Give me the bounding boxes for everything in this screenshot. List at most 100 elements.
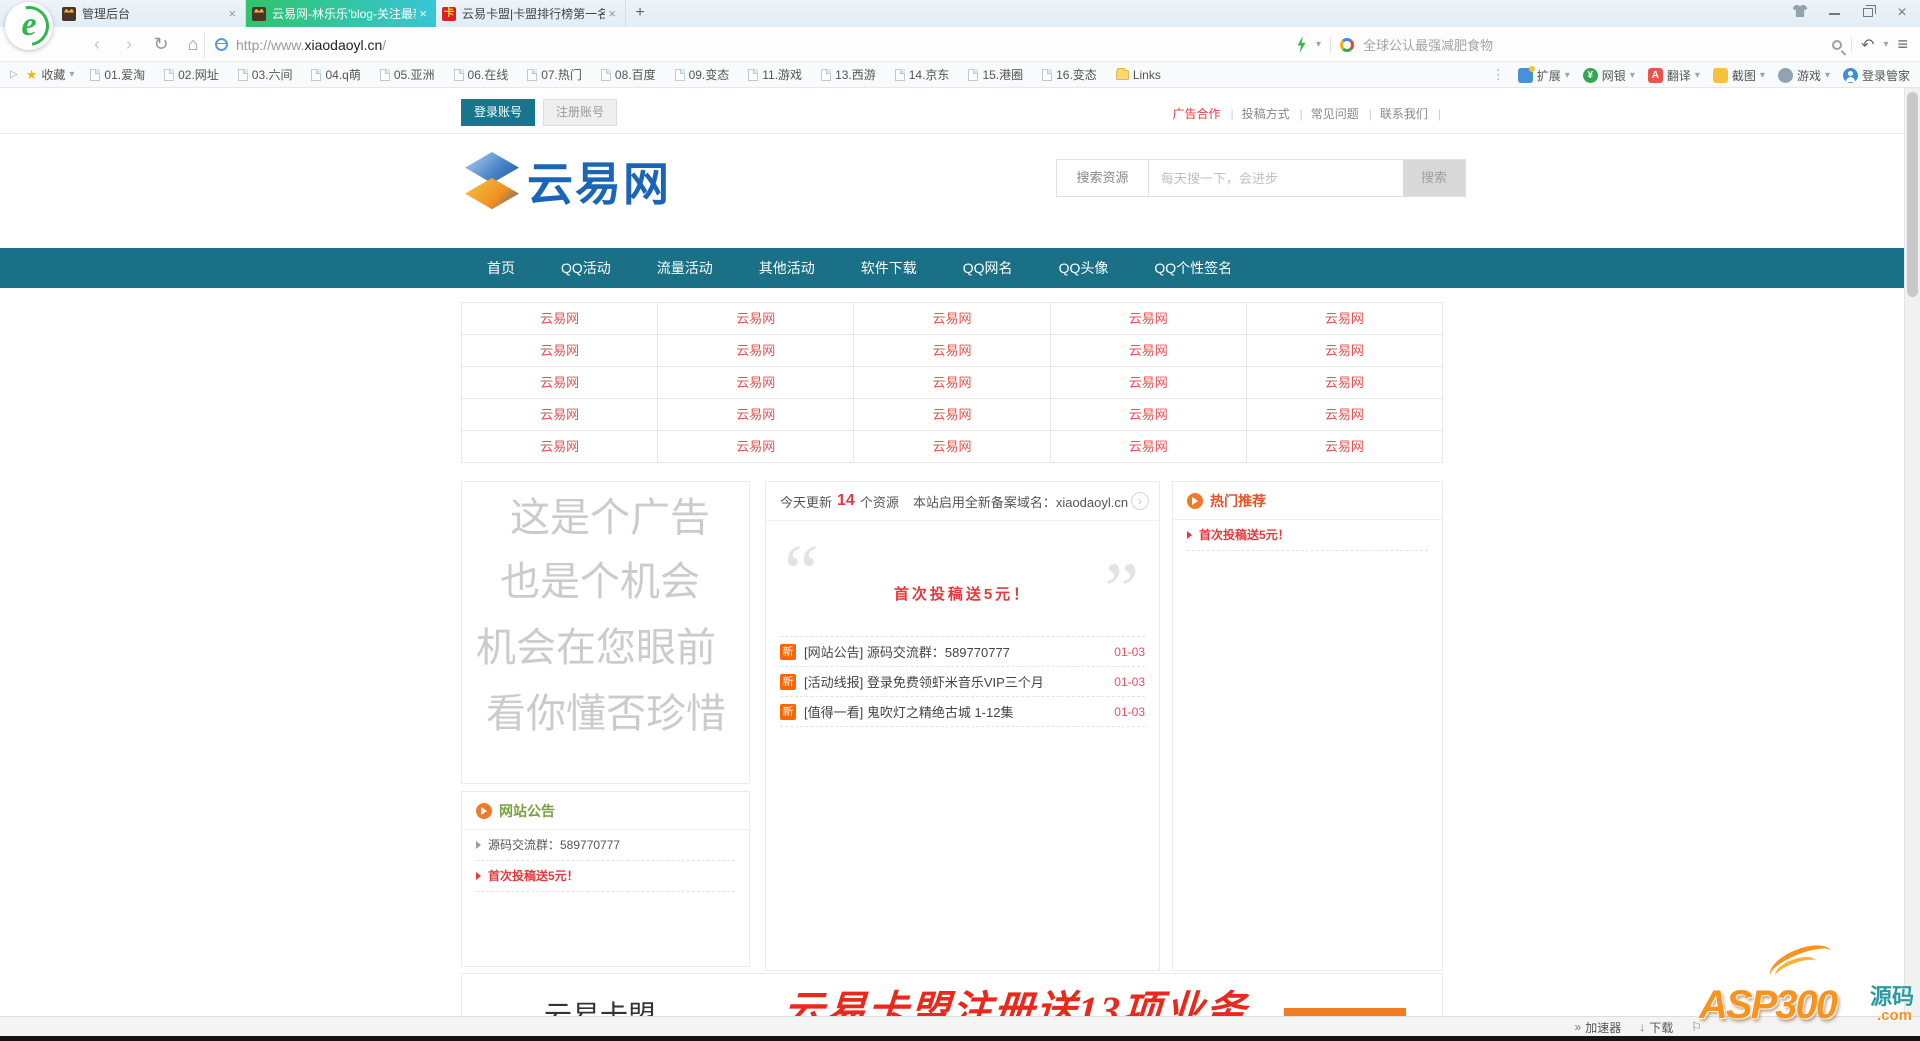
news-item[interactable]: 新 [网站公告] 源码交流群：589770777 01-03 (780, 637, 1145, 667)
promo-text[interactable]: 首次投稿送5元！ (766, 583, 1159, 604)
friend-link-cell[interactable]: 云易网 (462, 303, 658, 335)
browser-logo-icon[interactable]: e (5, 2, 53, 50)
friend-link-cell[interactable]: 云易网 (658, 431, 854, 463)
friend-link-cell[interactable]: 云易网 (658, 367, 854, 399)
toolbar-item-screenshot[interactable]: 截图 ▾ (1713, 67, 1765, 84)
friend-link-cell[interactable]: 云易网 (462, 367, 658, 399)
search-input[interactable] (1149, 160, 1403, 196)
friend-link-cell[interactable]: 云易网 (462, 431, 658, 463)
tab-close-icon[interactable]: × (416, 6, 430, 21)
friend-link-cell[interactable]: 云易网 (1247, 399, 1443, 431)
friend-link-cell[interactable]: 云易网 (854, 399, 1050, 431)
chevron-right-icon[interactable]: › (1131, 492, 1149, 510)
tab-close-icon[interactable]: × (225, 6, 239, 21)
notice-item[interactable]: 首次投稿送5元！ (476, 861, 735, 892)
url-field[interactable]: http://www.xiaodaoyl.cn/ (204, 31, 1104, 58)
tab-yunyiwang-active[interactable]: 云易网-林乐乐'blog-关注最新Q( × (246, 0, 436, 27)
news-item[interactable]: 新 [活动线报] 登录免费领虾米音乐VIP三个月 01-03 (780, 667, 1145, 697)
restore-button[interactable] (1858, 4, 1878, 22)
tab-admin[interactable]: 管理后台 × (56, 0, 246, 27)
friend-link-cell[interactable]: 云易网 (1247, 335, 1443, 367)
back-icon[interactable]: ‹ (84, 31, 110, 57)
download-item[interactable]: ↓ 下载 (1639, 1019, 1673, 1036)
favorites-menu[interactable]: ★ 收藏 ▾ (26, 66, 75, 83)
new-tab-button[interactable]: + (626, 0, 654, 27)
undo-icon[interactable]: ↶ (1861, 35, 1874, 55)
bookmark-item[interactable]: 13.西游 (821, 66, 876, 83)
friend-link-cell[interactable]: 云易网 (1247, 303, 1443, 335)
toolbar-item-login-manager[interactable]: 登录管家 (1843, 67, 1910, 84)
search-icon[interactable] (1832, 40, 1842, 50)
search-engine-icon[interactable] (1340, 38, 1354, 52)
nav-item[interactable]: QQ头像 (1059, 258, 1109, 278)
more-icon[interactable]: ⋮ (1492, 67, 1505, 83)
bookmark-item[interactable]: 05.亚洲 (380, 66, 435, 83)
nav-item[interactable]: 其他活动 (759, 258, 815, 278)
toolbar-item-translate[interactable]: A 翻译 ▾ (1648, 67, 1700, 84)
bookmark-item[interactable]: 01.爱淘 (90, 66, 145, 83)
bookmark-item[interactable]: 16.变态 (1042, 66, 1097, 83)
friend-link-cell[interactable]: 云易网 (854, 335, 1050, 367)
header-link[interactable]: 广告合作 (1168, 105, 1237, 122)
nav-item[interactable]: QQ网名 (963, 258, 1013, 278)
bookmark-item[interactable]: 09.变态 (675, 66, 730, 83)
friend-link-cell[interactable]: 云易网 (658, 335, 854, 367)
search-button[interactable]: 搜索 (1403, 160, 1465, 196)
toolbar-item-games[interactable]: 游戏 ▾ (1778, 67, 1830, 84)
friend-link-cell[interactable]: 云易网 (1051, 399, 1247, 431)
nav-item[interactable]: QQ个性签名 (1154, 258, 1232, 278)
accelerator-item[interactable]: » 加速器 (1575, 1019, 1622, 1036)
header-link[interactable]: 联系我们 (1376, 105, 1445, 122)
nav-item[interactable]: 流量活动 (657, 258, 713, 278)
friend-link-cell[interactable]: 云易网 (854, 303, 1050, 335)
header-link[interactable]: 投稿方式 (1238, 105, 1307, 122)
notice-item[interactable]: 源码交流群：589770777 (476, 830, 735, 861)
ad-banner[interactable]: 这是个广告也是个机会机会在您眼前看你懂否珍惜 (461, 481, 750, 784)
search-category-select[interactable]: 搜索资源 (1057, 160, 1149, 196)
friend-link-cell[interactable]: 云易网 (462, 399, 658, 431)
friend-link-cell[interactable]: 云易网 (1247, 431, 1443, 463)
nav-item[interactable]: 软件下载 (861, 258, 917, 278)
refresh-icon[interactable]: ↻ (148, 31, 174, 57)
tab-kameng[interactable]: 卡 云易卡盟|卡盟排行榜第一名,全网 × (436, 0, 626, 27)
theme-shirt-icon[interactable] (1790, 4, 1810, 22)
hot-search-suggestion[interactable]: 全球公认最强减肥食物 (1363, 35, 1823, 54)
friend-link-cell[interactable]: 云易网 (658, 399, 854, 431)
bookmark-item[interactable]: 08.百度 (601, 66, 656, 83)
bookmark-item[interactable]: 04.q萌 (311, 66, 360, 83)
sidebar-toggle-icon[interactable]: ▷ (10, 69, 18, 80)
bookmark-item[interactable]: 06.在线 (454, 66, 509, 83)
nav-item[interactable]: QQ活动 (561, 258, 611, 278)
bookmark-item[interactable]: 02.网址 (164, 66, 219, 83)
friend-link-cell[interactable]: 云易网 (658, 303, 854, 335)
toolbar-item-extensions[interactable]: 扩展 ▾ (1518, 67, 1570, 84)
friend-link-cell[interactable]: 云易网 (1051, 303, 1247, 335)
friend-link-cell[interactable]: 云易网 (854, 431, 1050, 463)
bookmark-folder-links[interactable]: Links (1116, 68, 1161, 82)
register-button[interactable]: 注册账号 (543, 99, 617, 126)
scrollbar[interactable] (1904, 88, 1920, 1016)
chevron-down-icon[interactable]: ▾ (1883, 39, 1888, 50)
tab-close-icon[interactable]: × (605, 6, 619, 21)
bookmark-item[interactable]: 07.热门 (527, 66, 582, 83)
friend-link-cell[interactable]: 云易网 (854, 367, 1050, 399)
friend-link-cell[interactable]: 云易网 (1051, 367, 1247, 399)
friend-link-cell[interactable]: 云易网 (1247, 367, 1443, 399)
toolbar-item-netbank[interactable]: ¥ 网银 ▾ (1583, 67, 1635, 84)
accelerator-bolt-icon[interactable] (1296, 36, 1307, 53)
bookmark-item[interactable]: 14.京东 (895, 66, 950, 83)
close-button[interactable]: × (1892, 4, 1912, 22)
news-item[interactable]: 新 [值得一看] 鬼吹灯之精绝古城 1-12集 01-03 (780, 697, 1145, 727)
forward-icon[interactable]: › (116, 31, 142, 57)
header-link[interactable]: 常见问题 (1307, 105, 1376, 122)
nav-item[interactable]: 首页 (487, 258, 515, 278)
site-logo[interactable]: 云易网 (463, 146, 671, 216)
bookmark-item[interactable]: 03.六间 (238, 66, 293, 83)
hot-item[interactable]: 首次投稿送5元！ (1187, 520, 1428, 551)
friend-link-cell[interactable]: 云易网 (1051, 431, 1247, 463)
bookmark-item[interactable]: 15.港圈 (968, 66, 1023, 83)
scrollbar-thumb[interactable] (1907, 92, 1918, 297)
bookmark-item[interactable]: 11.游戏 (748, 66, 802, 83)
friend-link-cell[interactable]: 云易网 (1051, 335, 1247, 367)
chevron-down-icon[interactable]: ▾ (1316, 39, 1321, 50)
